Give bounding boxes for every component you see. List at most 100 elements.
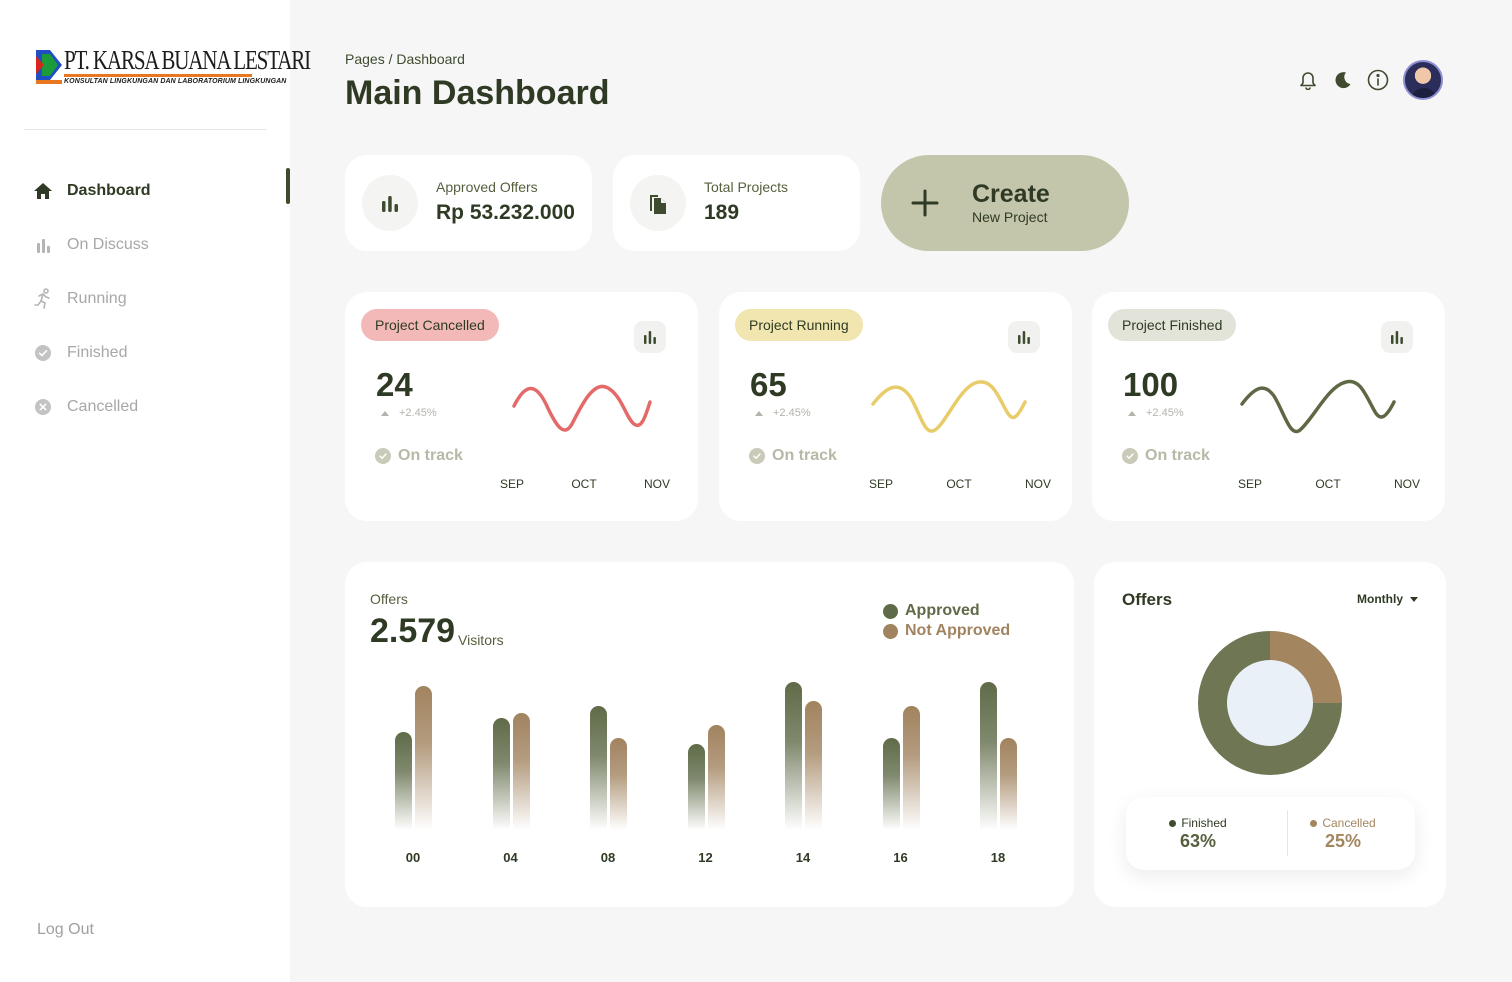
donut-stat-finished: Finished 63% — [1138, 816, 1258, 852]
bar-chart-icon — [1018, 331, 1030, 344]
stat-label: Finished — [1181, 816, 1227, 830]
bar-approved — [882, 738, 900, 830]
moon-icon[interactable] — [1331, 68, 1355, 92]
change-indicator: +2.45% — [381, 407, 437, 419]
chart-legend: Approved Not Approved — [883, 601, 1010, 641]
change-indicator: +2.45% — [1128, 407, 1184, 419]
change-indicator: +2.45% — [755, 407, 811, 419]
track-status: On track — [1122, 447, 1210, 465]
bar-approved — [590, 705, 607, 830]
bar-approved — [980, 682, 997, 830]
x-tick-label: 08 — [600, 850, 616, 865]
project-count: 65 — [750, 366, 787, 403]
x-tick-label: 00 — [405, 850, 421, 865]
status-badge: Project Running — [735, 309, 863, 341]
project-card-finished: Project Finished 100 +2.45% On track SEP… — [1092, 292, 1445, 521]
bar-not-approved — [512, 713, 530, 830]
chart-toggle-button[interactable] — [634, 321, 666, 353]
up-arrow-icon — [1128, 410, 1136, 416]
sidebar-item-running[interactable]: Running — [0, 272, 290, 326]
status-badge: Project Finished — [1108, 309, 1237, 341]
stat-label: Cancelled — [1322, 816, 1376, 830]
check-circle-icon — [375, 448, 391, 464]
check-circle-icon — [749, 448, 765, 464]
month-label: SEP — [1238, 477, 1263, 491]
bar-chart-icon — [362, 175, 418, 231]
donut-summary: Finished 63% Cancelled 25% — [1126, 797, 1415, 870]
sidebar-divider — [24, 129, 266, 130]
sidebar-item-cancelled[interactable]: Cancelled — [0, 380, 290, 434]
legend-dot — [1310, 819, 1318, 827]
bar-approved — [785, 682, 802, 830]
active-indicator — [286, 168, 290, 204]
legend-dot — [1169, 819, 1177, 827]
stat-value: 63% — [1179, 831, 1217, 851]
month-label: SEP — [869, 477, 894, 491]
stat-value: Rp 53.232.000 — [436, 201, 575, 224]
bar-not-approved — [415, 686, 432, 830]
sidebar-item-finished[interactable]: Finished — [0, 326, 290, 380]
check-circle-icon — [33, 343, 53, 363]
month-label: OCT — [571, 477, 597, 491]
logo-underline — [64, 74, 252, 77]
breadcrumb: Pages / Dashboard — [345, 51, 465, 67]
offers-label: Offers — [370, 591, 408, 607]
create-project-button[interactable]: Create New Project — [881, 155, 1129, 251]
company-logo[interactable]: PT. KARSA BUANA LESTARI KONSULTAN LINGKU… — [36, 44, 311, 88]
logo-title: PT. KARSA BUANA LESTARI — [64, 45, 311, 75]
check-circle-icon — [1122, 448, 1138, 464]
chart-toggle-button[interactable] — [1008, 321, 1040, 353]
sidebar-item-label: Running — [67, 290, 127, 307]
trend-line — [512, 384, 652, 432]
change-value: +2.45% — [399, 407, 437, 419]
legend-dot — [883, 623, 898, 639]
track-status-label: On track — [398, 447, 463, 464]
month-label: NOV — [1024, 477, 1051, 491]
up-arrow-icon — [381, 410, 389, 416]
running-icon — [33, 288, 53, 309]
bar-approved — [492, 717, 510, 830]
sidebar: PT. KARSA BUANA LESTARI KONSULTAN LINGKU… — [0, 0, 311, 982]
info-icon[interactable] — [1366, 68, 1390, 92]
trend-line — [871, 380, 1027, 433]
x-tick-label: 04 — [503, 850, 518, 865]
avatar[interactable] — [1403, 60, 1443, 100]
project-card-running: Project Running 65 +2.45% On track SEP O… — [719, 292, 1072, 521]
sidebar-item-on-discuss[interactable]: On Discuss — [0, 218, 290, 272]
month-axis: SEP OCT NOV — [1238, 477, 1420, 491]
track-status-label: On track — [772, 447, 837, 464]
change-value: +2.45% — [773, 407, 811, 419]
legend-dot — [883, 603, 898, 619]
chart-toggle-button[interactable] — [1381, 321, 1413, 353]
stat-label: Total Projects — [704, 179, 789, 195]
bar-chart-icon — [644, 331, 656, 344]
project-count: 24 — [376, 366, 413, 403]
logo-tagline: KONSULTAN LINGKUNGAN DAN LABORATORIUM LI… — [64, 78, 287, 85]
bar-not-approved — [902, 705, 920, 830]
sidebar-item-dashboard[interactable]: Dashboard — [0, 164, 290, 218]
bar-not-approved — [610, 738, 627, 830]
month-label: OCT — [946, 477, 972, 491]
bar-not-approved — [1000, 738, 1017, 830]
sidebar-nav: Dashboard On Discuss Running Finished Ca… — [0, 164, 290, 434]
home-icon — [33, 181, 53, 201]
logout-link[interactable]: Log Out — [37, 921, 94, 939]
logo-mark-icon — [36, 50, 62, 84]
x-tick-label: 12 — [698, 850, 713, 865]
up-arrow-icon — [755, 410, 763, 416]
donut-title: Offers — [1122, 590, 1173, 609]
create-subtitle: New Project — [972, 209, 1048, 225]
period-dropdown[interactable]: Monthly — [1357, 592, 1418, 606]
legend-label: Approved — [905, 602, 980, 619]
bar-chart-icon — [33, 235, 53, 255]
bell-icon[interactable] — [1296, 68, 1320, 92]
x-tick-label: 14 — [795, 850, 811, 865]
documents-icon — [630, 175, 686, 231]
offers-value: 2.579 — [370, 612, 456, 650]
sidebar-item-label: Cancelled — [67, 398, 139, 415]
trend-line — [1240, 379, 1396, 434]
sidebar-item-label: Dashboard — [67, 182, 151, 199]
track-status: On track — [749, 447, 837, 465]
project-count: 100 — [1123, 366, 1179, 403]
track-status-label: On track — [1145, 447, 1210, 464]
